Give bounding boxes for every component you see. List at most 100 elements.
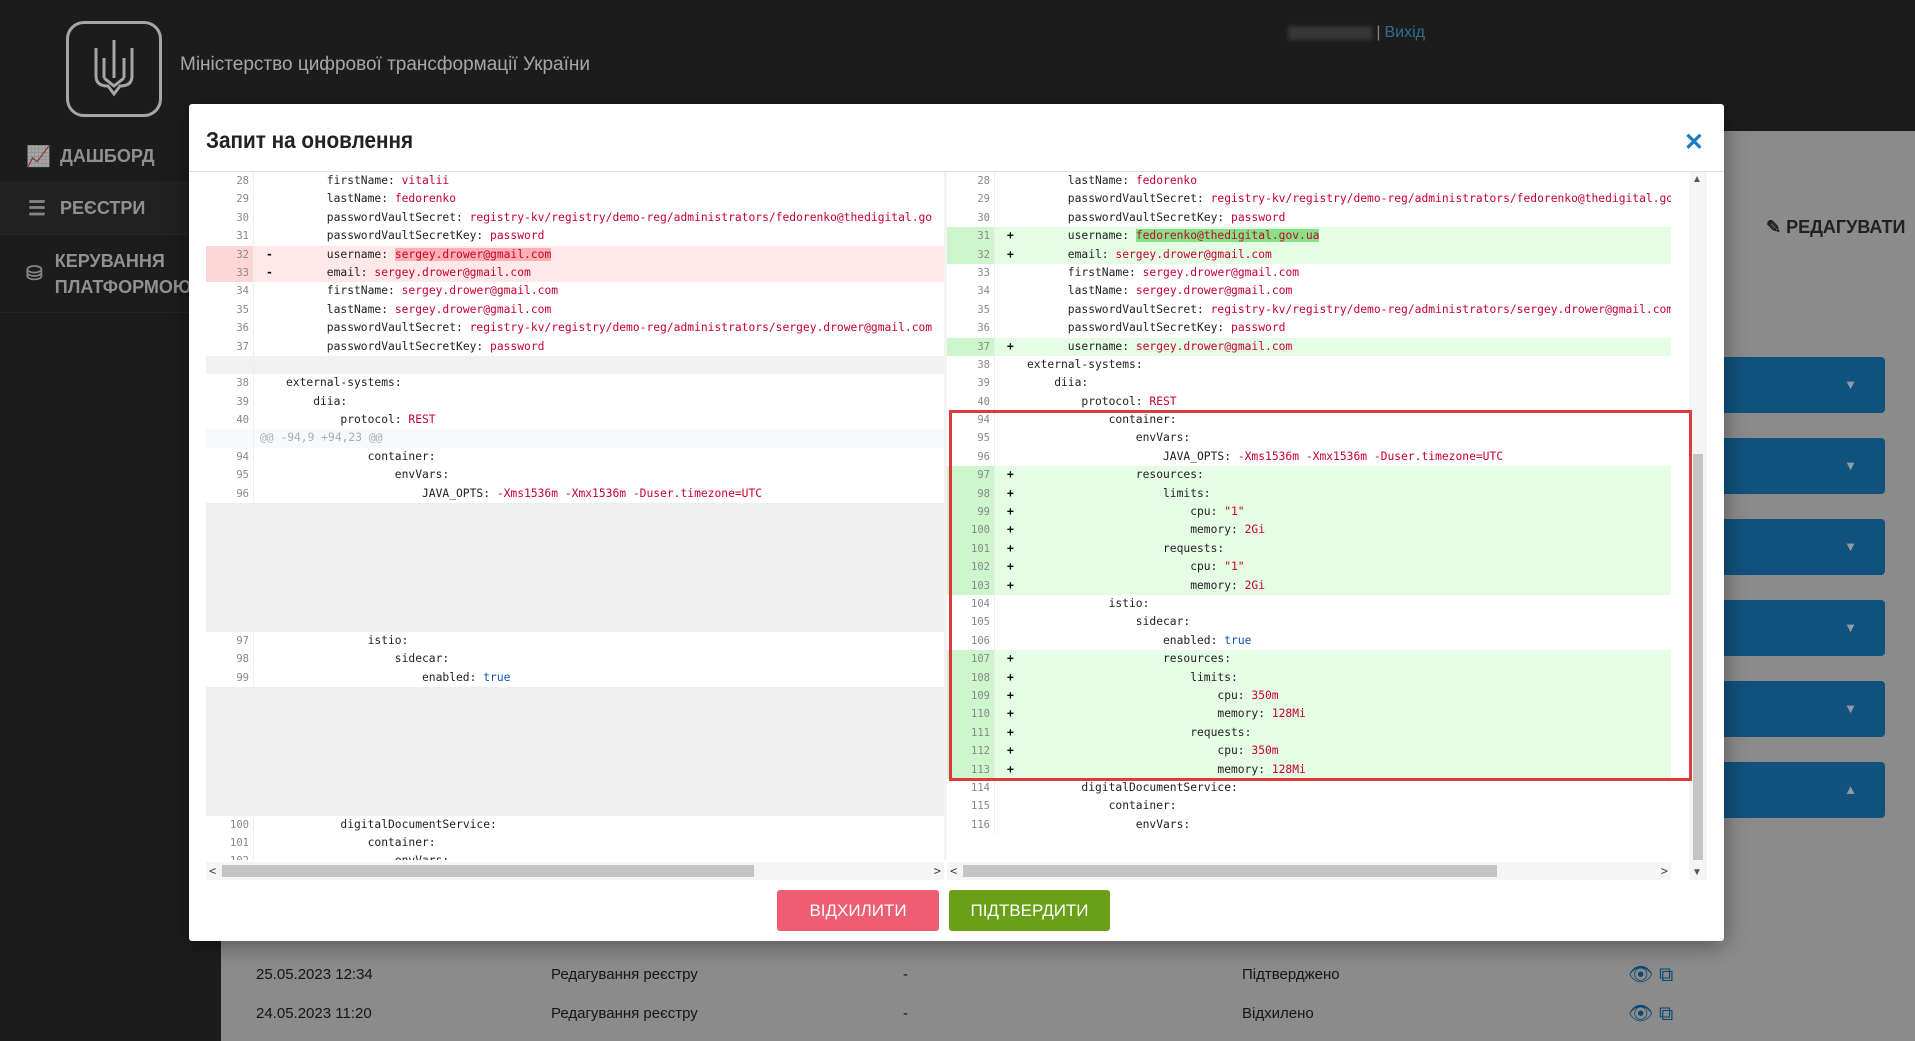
yaml-value: registry-kv/registry/demo-reg/administra… [1210, 302, 1671, 316]
yaml-value: 128Mi [1271, 707, 1306, 721]
diff-viewer: 28 firstName: vitalii 29 lastName: fedorenk… [206, 172, 1690, 880]
right-horizontal-scrollbar[interactable]: < > [947, 862, 1671, 880]
diff-line: 94 container: [206, 447, 944, 467]
scroll-left-icon[interactable]: < [209, 862, 216, 880]
yaml-key: requests: [1190, 725, 1252, 739]
code-text: resources: [1136, 466, 1204, 484]
left-horizontal-scrollbar[interactable]: < > [206, 862, 944, 880]
minus-marker: - [266, 265, 273, 279]
scroll-down-icon[interactable]: ▼ [1692, 867, 1702, 878]
scroll-right-icon[interactable]: > [1661, 862, 1668, 880]
line-number: 95 [206, 466, 254, 485]
diff-line: 111 + requests: [947, 723, 1671, 743]
line-number: 104 [947, 594, 995, 614]
yaml-value: registry-kv/registry/demo-reg/administra… [469, 210, 933, 224]
diff-line: 115 container: [947, 797, 1671, 816]
diff-line: 28 lastName: fedorenko [947, 172, 1671, 191]
line-number [206, 760, 254, 779]
code-text: memory: 2Gi [1190, 521, 1265, 539]
diff-line: 112 + cpu: 350m [947, 742, 1671, 761]
code-text: email: sergey.drower@gmail.com [327, 264, 531, 282]
code-text: JAVA_OPTS: -Xms1536m -Xmx1536m -Duser.ti… [1163, 448, 1503, 466]
line-number: 33 [206, 263, 254, 283]
diff-line: @@ -94,9 +94,23 @@ [206, 429, 944, 448]
yaml-value: "1" [1224, 560, 1245, 574]
diff-pane-original[interactable]: 28 firstName: vitalii 29 lastName: fedorenk… [206, 172, 944, 860]
close-icon[interactable]: ✕ [1684, 128, 1704, 157]
code-text: passwordVaultSecret: registry-kv/registr… [1068, 190, 1671, 208]
code-text: digitalDocumentService: [340, 816, 496, 834]
code-text: sidecar: [395, 650, 449, 668]
line-number [206, 503, 254, 522]
yaml-value: registry-kv/registry/demo-reg/administra… [1210, 192, 1671, 206]
diff-line: 31 passwordVaultSecretKey: password [206, 227, 944, 246]
code-text: cpu: 350m [1217, 742, 1278, 760]
yaml-key: passwordVaultSecretKey: [1067, 321, 1232, 335]
yaml-key: username: [326, 247, 395, 261]
code-text: envVars: [395, 466, 449, 484]
yaml-key: container: [1108, 413, 1177, 427]
scrollbar-thumb[interactable] [963, 865, 1497, 877]
code-text: enabled: true [1163, 632, 1251, 650]
reject-button[interactable]: ВІДХИЛИТИ [777, 890, 939, 931]
scroll-right-icon[interactable]: > [934, 862, 941, 880]
diff-line: 107 + resources: [947, 650, 1671, 669]
diff-line: 28 firstName: vitalii [206, 172, 944, 191]
code-text: requests: [1163, 540, 1224, 558]
diff-line [206, 521, 944, 540]
yaml-key: email: [1067, 247, 1116, 261]
diff-line [206, 705, 944, 724]
yaml-key: passwordVaultSecret: [1067, 302, 1211, 316]
code-text: container: [1109, 411, 1177, 429]
line-number: 40 [206, 411, 254, 430]
yaml-key: username: [1067, 339, 1136, 353]
line-number: 36 [206, 319, 254, 338]
plus-marker: + [1007, 468, 1014, 482]
yaml-key: limits: [1163, 486, 1211, 500]
scrollbar-thumb[interactable] [1693, 454, 1703, 860]
code-text: container: [368, 448, 436, 466]
code-text: limits: [1163, 485, 1211, 503]
line-number [206, 723, 254, 743]
code-text: external-systems: [286, 374, 402, 392]
yaml-key: protocol: [1081, 394, 1150, 408]
vertical-scrollbar[interactable]: ▲ ▼ [1689, 172, 1707, 880]
code-text: requests: [1190, 724, 1251, 742]
diff-line: 100 + memory: 2Gi [947, 521, 1671, 540]
diff-pane-modified[interactable]: 28 lastName: fedorenko 29 passwordVaultSecr… [947, 172, 1671, 860]
yaml-key: passwordVaultSecret: [326, 321, 470, 335]
diff-line: 36 passwordVaultSecretKey: password [947, 319, 1671, 338]
line-number: 94 [947, 411, 995, 430]
line-number: 108 [947, 668, 995, 687]
plus-marker: + [1007, 688, 1014, 702]
yaml-key: passwordVaultSecretKey: [326, 339, 491, 353]
yaml-key: cpu: [1217, 744, 1252, 758]
code-text: enabled: true [422, 669, 510, 687]
yaml-value: sergey.drower@gmail.com [1135, 339, 1293, 353]
line-number [206, 576, 254, 595]
line-number [206, 594, 254, 614]
line-number: 115 [947, 797, 995, 816]
scroll-left-icon[interactable]: < [950, 862, 957, 880]
scroll-up-icon[interactable]: ▲ [1692, 174, 1702, 185]
yaml-value: sergey.drower@gmail.com [374, 265, 531, 279]
line-number [206, 778, 254, 798]
line-number: 30 [206, 208, 254, 228]
diff-line: 37 + username: sergey.drower@gmail.com [947, 337, 1671, 356]
diff-line: 101 + requests: [947, 539, 1671, 559]
yaml-key: protocol: [340, 413, 409, 427]
yaml-key: envVars: [395, 854, 449, 860]
yaml-key: limits: [1190, 670, 1238, 684]
diff-line: 98 sidecar: [206, 650, 944, 669]
yaml-value: "1" [1224, 505, 1245, 519]
line-number: 101 [947, 539, 995, 559]
line-number: 116 [947, 815, 995, 835]
code-text: firstName: sergey.drower@gmail.com [327, 282, 558, 300]
yaml-value: sergey.drower@gmail.com [1115, 247, 1272, 261]
diff-line [206, 576, 944, 595]
diff-line: 108 + limits: [947, 668, 1671, 687]
plus-marker: + [1007, 486, 1014, 500]
confirm-button[interactable]: ПІДТВЕРДИТИ [949, 890, 1110, 931]
scrollbar-thumb[interactable] [222, 865, 754, 877]
code-text: lastName: sergey.drower@gmail.com [327, 301, 551, 319]
